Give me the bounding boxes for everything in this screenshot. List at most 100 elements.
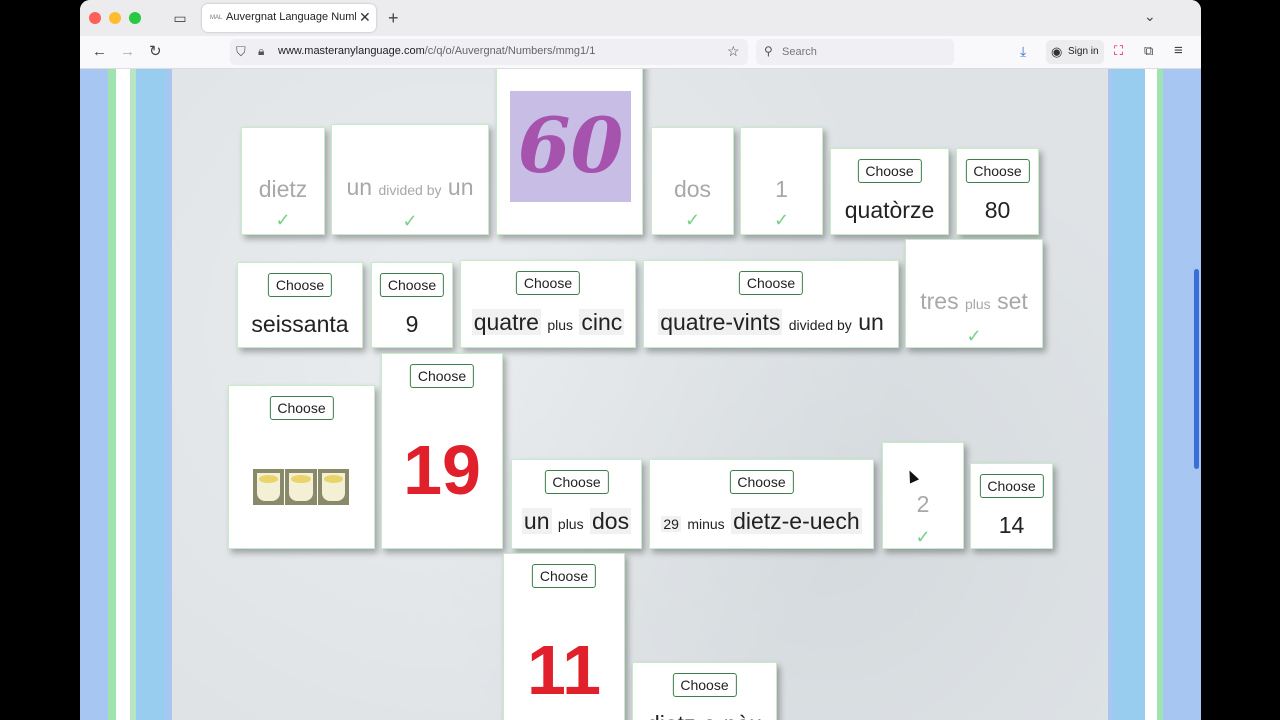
url-bar[interactable]: ⛉ 🔒︎ www.masteranylanguage.com/c/q/o/Auv…	[230, 39, 748, 65]
choose-button[interactable]: Choose	[379, 273, 445, 297]
page-content: dietz ✓ un divided by un ✓ 60 dos ✓ 1 ✓ …	[80, 69, 1201, 720]
decor-stripe	[1113, 69, 1145, 720]
hamburger-menu-icon[interactable]: ≡	[1174, 42, 1183, 59]
card-quatre-vints-divided-by-un[interactable]: Choose quatre-vints divided by un	[643, 260, 899, 348]
three-cups-image	[253, 469, 349, 505]
decor-stripe	[1157, 69, 1163, 720]
tab-title: Auvergnat Language Numbers M	[226, 11, 356, 23]
gear-number-icon: 60	[517, 101, 624, 190]
card-fourteen[interactable]: Choose 14	[970, 463, 1053, 549]
url-text[interactable]: www.masteranylanguage.com/c/q/o/Auvergna…	[278, 45, 595, 57]
card-label: dietz	[258, 176, 308, 202]
choose-button[interactable]: Choose	[672, 673, 737, 697]
card-label: 80	[984, 197, 1011, 223]
search-placeholder: Search	[782, 46, 817, 58]
check-icon: ✓	[966, 326, 982, 346]
card-label: quatre-vints divided by un	[658, 309, 884, 335]
card-label: seissanta	[251, 311, 349, 337]
minimize-window-button[interactable]	[109, 12, 121, 24]
check-icon: ✓	[915, 527, 931, 547]
new-tab-icon[interactable]: +	[388, 8, 399, 28]
choose-button[interactable]: Choose	[269, 396, 334, 420]
card-label: tres plus set	[920, 288, 1028, 314]
screenshot-icon[interactable]: ⛶	[1114, 43, 1123, 59]
card-quatorze[interactable]: Choose quatòrze	[830, 148, 949, 235]
sign-in-label: Sign in	[1068, 46, 1099, 57]
cup-icon	[253, 469, 285, 505]
scrollbar-thumb[interactable]	[1194, 269, 1199, 469]
card-label: 9	[405, 311, 419, 337]
number-image: 60	[510, 91, 631, 202]
account-icon: ◉	[1051, 44, 1063, 59]
choose-button[interactable]: Choose	[531, 564, 597, 588]
favicon-icon: MAL	[210, 15, 223, 21]
card-label: 14	[998, 512, 1025, 538]
download-icon[interactable]: ⤓	[1020, 43, 1026, 60]
card-label: un plus dos	[521, 508, 632, 534]
search-bar[interactable]: ⚲ Search	[756, 39, 954, 65]
card-label: quatòrze	[844, 197, 935, 223]
lock-icon[interactable]: 🔒︎	[258, 44, 264, 59]
card-one-matched: 1 ✓	[740, 127, 823, 235]
card-label: un divided by un	[346, 174, 474, 200]
check-icon: ✓	[773, 210, 790, 230]
card-eleven[interactable]: Choose 11	[503, 553, 625, 720]
card-tres-plus-set-matched: tres plus set ✓	[905, 239, 1043, 348]
card-un-plus-dos[interactable]: Choose un plus dos	[511, 459, 642, 549]
decor-stripe	[116, 69, 130, 720]
check-icon: ✓	[275, 210, 291, 230]
choose-button[interactable]: Choose	[979, 474, 1044, 498]
choose-button[interactable]: Choose	[857, 159, 922, 183]
reload-icon[interactable]: ↻	[149, 42, 162, 62]
card-label: dietz-e-nòu	[633, 711, 776, 720]
forward-arrow-icon[interactable]: →	[120, 42, 135, 62]
star-icon[interactable]: ☆	[727, 43, 740, 60]
card-label: 2	[916, 491, 930, 517]
choose-button[interactable]: Choose	[544, 470, 609, 494]
decor-stripe	[1145, 69, 1157, 720]
card-seissanta[interactable]: Choose seissanta	[237, 262, 363, 348]
back-arrow-icon[interactable]: ←	[92, 42, 107, 62]
card-label: 1	[775, 176, 788, 202]
card-image-three-cups[interactable]: Choose	[228, 385, 375, 549]
card-label: dos	[673, 176, 712, 202]
choose-button[interactable]: Choose	[515, 271, 581, 295]
choose-button[interactable]: Choose	[738, 271, 804, 295]
tab-overview-icon[interactable]: ▭	[172, 10, 188, 26]
card-label: quatre plus cinc	[471, 309, 625, 335]
search-icon: ⚲	[764, 44, 773, 58]
tab-strip: ▭ MAL Auvergnat Language Numbers M ✕ + ⌄	[80, 0, 1201, 36]
card-29-minus-dietz-e-uech[interactable]: Choose 29 minus dietz-e-uech	[649, 459, 874, 549]
maximize-window-button[interactable]	[129, 12, 141, 24]
navigation-bar: ← → ↻ ⛉ 🔒︎ www.masteranylanguage.com/c/q…	[80, 36, 1201, 69]
list-tabs-chevron-icon[interactable]: ⌄	[1144, 8, 1156, 25]
sign-in-button[interactable]: ◉ Sign in	[1046, 40, 1104, 64]
card-two-matched: 2 ✓	[882, 442, 964, 549]
cup-icon	[317, 469, 349, 505]
extensions-icon[interactable]: ⧉	[1144, 43, 1153, 59]
decor-stripe	[136, 69, 166, 720]
browser-window: ▭ MAL Auvergnat Language Numbers M ✕ + ⌄…	[80, 0, 1201, 720]
card-eighty[interactable]: Choose 80	[956, 148, 1039, 235]
card-dos-matched: dos ✓	[651, 127, 734, 235]
card-nineteen[interactable]: Choose 19	[381, 353, 503, 549]
card-dietz-matched: dietz ✓	[241, 127, 325, 235]
choose-button[interactable]: Choose	[267, 273, 333, 297]
big-number: 11	[527, 631, 601, 709]
card-dietz-e-nou[interactable]: Choose dietz-e-nòu	[632, 662, 777, 720]
cup-icon	[285, 469, 317, 505]
choose-button[interactable]: Choose	[409, 364, 475, 388]
card-un-divided-by-un-matched: un divided by un ✓	[331, 124, 489, 235]
check-icon: ✓	[684, 210, 701, 230]
card-quatre-plus-cinc[interactable]: Choose quatre plus cinc	[460, 260, 636, 348]
shield-icon[interactable]: ⛉	[236, 44, 246, 60]
choose-button[interactable]: Choose	[729, 470, 794, 494]
decor-stripe	[108, 69, 116, 720]
tab-close-icon[interactable]: ✕	[359, 9, 371, 25]
card-nine[interactable]: Choose 9	[371, 262, 453, 348]
close-window-button[interactable]	[89, 12, 101, 24]
choose-button[interactable]: Choose	[965, 159, 1030, 183]
check-icon: ✓	[402, 211, 418, 231]
card-image-sixty: 60	[496, 69, 643, 235]
tab-active[interactable]: MAL Auvergnat Language Numbers M ✕	[202, 4, 376, 32]
